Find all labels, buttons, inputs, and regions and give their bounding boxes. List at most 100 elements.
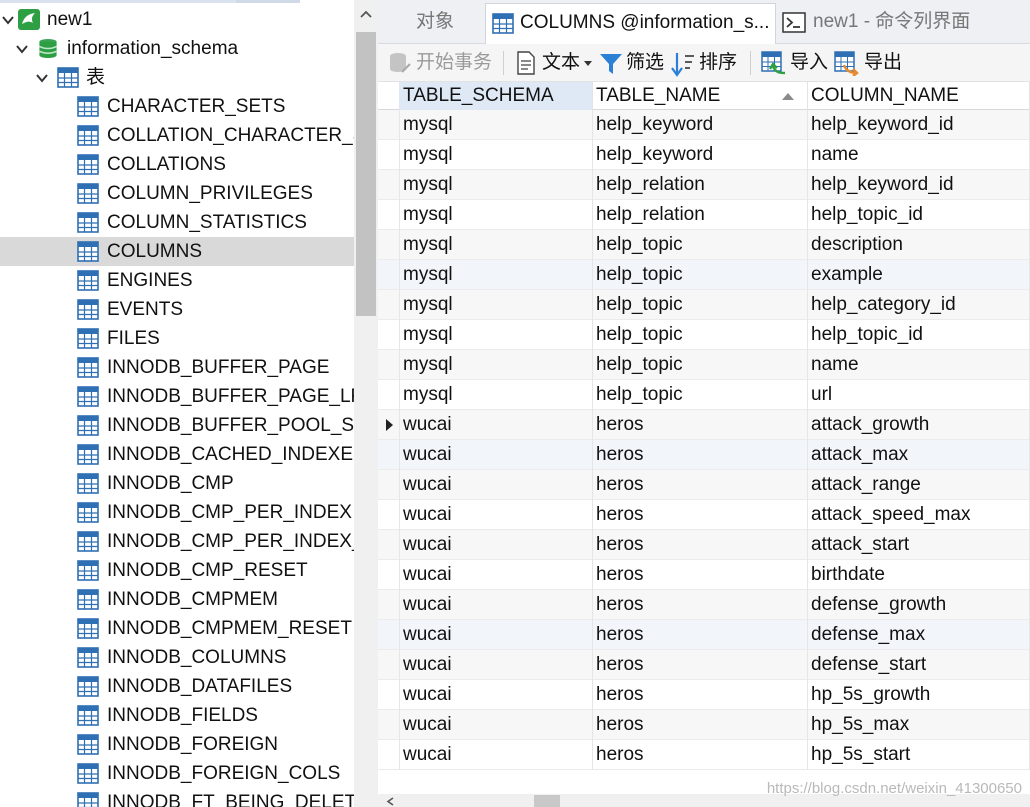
table-row[interactable]: wucai heros attack_start <box>378 530 1030 560</box>
row-marker[interactable] <box>378 290 400 320</box>
grid-cell[interactable]: attack_growth <box>807 410 1030 440</box>
table-row[interactable]: mysql help_keyword name <box>378 140 1030 170</box>
grid-cell[interactable]: heros <box>592 410 808 440</box>
row-marker[interactable] <box>378 650 400 680</box>
grid-scroll-thumb[interactable] <box>534 795 560 807</box>
row-marker[interactable] <box>378 740 400 770</box>
grid-cell[interactable]: help_topic <box>592 230 808 260</box>
table-row[interactable]: wucai heros birthdate <box>378 560 1030 590</box>
grid-cell[interactable]: defense_start <box>807 650 1030 680</box>
column-header-table-name[interactable]: TABLE_NAME <box>592 82 808 110</box>
grid-cell[interactable]: wucai <box>399 410 593 440</box>
tree-item-table[interactable]: COLUMNS <box>0 237 354 266</box>
filter-button[interactable]: 筛选 <box>599 49 667 77</box>
grid-cell[interactable]: heros <box>592 560 808 590</box>
row-marker[interactable] <box>378 410 400 440</box>
row-marker[interactable] <box>378 320 400 350</box>
grid-cell[interactable]: defense_growth <box>807 590 1030 620</box>
tree-item-table[interactable]: INNODB_FIELDS <box>0 701 354 730</box>
grid-cell[interactable]: hp_5s_growth <box>807 680 1030 710</box>
table-row[interactable]: wucai heros hp_5s_max <box>378 710 1030 740</box>
tab-command-line[interactable]: new1 - 命令列界面 <box>777 3 1030 44</box>
tree-item-table[interactable]: INNODB_COLUMNS <box>0 643 354 672</box>
table-row[interactable]: wucai heros attack_max <box>378 440 1030 470</box>
begin-transaction-button[interactable]: 开始事务 <box>388 49 492 77</box>
grid-cell[interactable]: help_keyword <box>592 110 808 140</box>
tree-scrollbar[interactable] <box>354 0 378 807</box>
row-marker[interactable] <box>378 350 400 380</box>
table-row[interactable]: wucai heros attack_range <box>378 470 1030 500</box>
table-row[interactable]: mysql help_topic example <box>378 260 1030 290</box>
grid-cell[interactable]: help_topic <box>592 380 808 410</box>
grid-cell[interactable]: heros <box>592 590 808 620</box>
tree-item-table[interactable]: INNODB_BUFFER_PAGE <box>0 353 354 382</box>
tab-columns[interactable]: COLUMNS @information_s... <box>485 3 776 44</box>
scroll-up-icon[interactable] <box>360 10 372 18</box>
grid-cell[interactable]: wucai <box>399 470 593 500</box>
tree-item-table[interactable]: INNODB_CMP_PER_INDEX <box>0 498 354 527</box>
grid-cell[interactable]: name <box>807 350 1030 380</box>
grid-cell[interactable]: heros <box>592 530 808 560</box>
grid-cell[interactable]: mysql <box>399 110 593 140</box>
grid-cell[interactable]: attack_start <box>807 530 1030 560</box>
column-header-column-name[interactable]: COLUMN_NAME <box>807 82 1030 110</box>
tree-item-table[interactable]: INNODB_CMP_RESET <box>0 556 354 585</box>
grid-cell[interactable]: wucai <box>399 710 593 740</box>
grid-cell[interactable]: help_topic_id <box>807 200 1030 230</box>
grid-cell[interactable]: wucai <box>399 680 593 710</box>
grid-cell[interactable]: wucai <box>399 560 593 590</box>
grid-cell[interactable]: mysql <box>399 260 593 290</box>
grid-cell[interactable]: heros <box>592 740 808 770</box>
grid-cell[interactable]: heros <box>592 710 808 740</box>
row-marker[interactable] <box>378 680 400 710</box>
tab-objects[interactable]: 对象 <box>378 3 484 44</box>
row-marker[interactable] <box>378 470 400 500</box>
grid-cell[interactable]: mysql <box>399 140 593 170</box>
tree-item-table[interactable]: INNODB_CMP_PER_INDEX_R <box>0 527 376 556</box>
tree-node-database[interactable]: information_schema <box>0 34 354 63</box>
grid-cell[interactable]: name <box>807 140 1030 170</box>
grid-cell[interactable]: mysql <box>399 320 593 350</box>
grid-cell[interactable]: defense_max <box>807 620 1030 650</box>
table-row[interactable]: mysql help_topic url <box>378 380 1030 410</box>
scroll-left-icon[interactable] <box>386 797 394 806</box>
grid-cell[interactable]: attack_max <box>807 440 1030 470</box>
row-marker[interactable] <box>378 170 400 200</box>
grid-cell[interactable]: attack_range <box>807 470 1030 500</box>
grid-cell[interactable]: mysql <box>399 170 593 200</box>
grid-cell[interactable]: help_topic <box>592 350 808 380</box>
table-row[interactable]: mysql help_topic name <box>378 350 1030 380</box>
tree-item-table[interactable]: INNODB_FT_BEING_DELETED <box>0 788 378 807</box>
grid-cell[interactable]: wucai <box>399 500 593 530</box>
grid-cell[interactable]: mysql <box>399 290 593 320</box>
grid-cell[interactable]: mysql <box>399 200 593 230</box>
grid-cell[interactable]: help_topic <box>592 260 808 290</box>
grid-cell[interactable]: url <box>807 380 1030 410</box>
grid-cell[interactable]: help_topic_id <box>807 320 1030 350</box>
table-row[interactable]: wucai heros attack_growth <box>378 410 1030 440</box>
row-marker[interactable] <box>378 140 400 170</box>
grid-cell[interactable]: help_relation <box>592 200 808 230</box>
table-row[interactable]: mysql help_topic help_category_id <box>378 290 1030 320</box>
grid-cell[interactable]: help_category_id <box>807 290 1030 320</box>
grid-cell[interactable]: birthdate <box>807 560 1030 590</box>
row-marker[interactable] <box>378 380 400 410</box>
row-marker[interactable] <box>378 620 400 650</box>
tree-item-table[interactable]: COLUMN_PRIVILEGES <box>0 179 354 208</box>
tree-item-table[interactable]: COLLATIONS <box>0 150 354 179</box>
grid-cell[interactable]: heros <box>592 440 808 470</box>
grid-cell[interactable]: hp_5s_start <box>807 740 1030 770</box>
grid-cell[interactable]: description <box>807 230 1030 260</box>
table-row[interactable]: wucai heros defense_start <box>378 650 1030 680</box>
tree-item-table[interactable]: COLUMN_STATISTICS <box>0 208 354 237</box>
tree-item-table[interactable]: EVENTS <box>0 295 354 324</box>
tree-item-table[interactable]: INNODB_BUFFER_PAGE_LRU <box>0 382 378 411</box>
tree-node-connection[interactable]: new1 <box>0 5 354 34</box>
grid-cell[interactable]: mysql <box>399 350 593 380</box>
row-marker[interactable] <box>378 440 400 470</box>
tree-item-table[interactable]: INNODB_FOREIGN_COLS <box>0 759 354 788</box>
chevron-down-icon[interactable] <box>16 43 28 55</box>
row-marker[interactable] <box>378 200 400 230</box>
tree-item-table[interactable]: INNODB_CMPMEM <box>0 585 354 614</box>
table-row[interactable]: wucai heros defense_growth <box>378 590 1030 620</box>
